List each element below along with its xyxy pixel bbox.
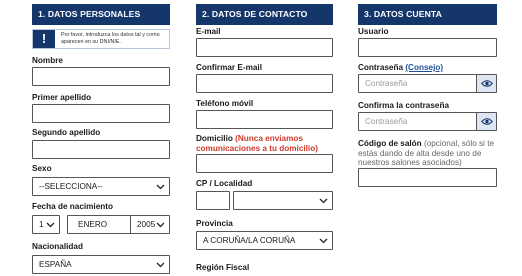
provincia-select[interactable]: A CORUÑA/LA CORUÑA (196, 231, 333, 250)
personal-data-section: 1. DATOS PERSONALES ! Por favor, introdu… (32, 0, 170, 274)
sexo-label: Sexo (32, 164, 52, 173)
salon-label-text: Código de salón (358, 139, 422, 148)
chevron-down-icon (319, 238, 328, 244)
domicilio-label: Domicilio (Nunca enviamos comunicaciones… (196, 134, 333, 153)
apellido2-input[interactable] (32, 140, 170, 159)
apellido1-input[interactable] (32, 104, 170, 123)
confirm-password-input[interactable]: Contraseña (358, 112, 497, 131)
chevron-down-icon (156, 262, 165, 268)
telefono-label: Teléfono móvil (196, 99, 254, 108)
cp-label: CP / Localidad (196, 179, 253, 188)
day-value: 1 (39, 220, 44, 229)
section-header-contact: 2. DATOS DE CONTACTO (196, 4, 333, 25)
nombre-label: Nombre (32, 56, 63, 65)
nacionalidad-select[interactable]: ESPAÑA (32, 255, 170, 274)
localidad-select[interactable] (233, 191, 333, 210)
day-select[interactable]: 1 (32, 215, 60, 234)
cp-input[interactable] (196, 191, 230, 210)
section-header-personal: 1. DATOS PERSONALES (32, 4, 170, 25)
apellido2-label: Segundo apellido (32, 128, 101, 137)
confirm-email-label: Confirmar E-mail (196, 63, 262, 72)
password-label-text: Contraseña (358, 63, 404, 72)
section-header-account: 3. DATOS CUENTA (358, 4, 497, 25)
contact-data-section: 2. DATOS DE CONTACTO E-mail Confirmar E-… (196, 0, 333, 272)
year-value: 2005 (137, 220, 156, 229)
sexo-value: --SELECCIONA-- (39, 182, 103, 191)
nacionalidad-value: ESPAÑA (39, 260, 72, 269)
show-password-button[interactable] (476, 75, 496, 92)
dni-notice: ! Por favor, introduzca los datos tal y … (32, 29, 170, 49)
confirm-password-placeholder: Contraseña (365, 117, 408, 126)
salon-label: Código de salón (opcional, sólo si te es… (358, 139, 497, 168)
confirm-password-label: Confirma la contraseña (358, 101, 449, 110)
eye-icon (481, 118, 493, 125)
chevron-down-icon (46, 222, 55, 228)
chevron-down-icon (319, 198, 328, 204)
confirm-email-input[interactable] (196, 74, 333, 93)
exclamation-icon: ! (33, 30, 55, 48)
consejo-link[interactable]: (Consejo) (405, 63, 443, 72)
apellido1-label: Primer apellido (32, 93, 92, 102)
account-data-section: 3. DATOS CUENTA Usuario Contraseña (Cons… (358, 0, 497, 187)
eye-icon (481, 80, 493, 87)
provincia-label: Provincia (196, 219, 233, 228)
chevron-down-icon (156, 184, 165, 190)
password-label: Contraseña (Consejo) (358, 63, 443, 72)
email-label: E-mail (196, 27, 221, 36)
domicilio-label-text: Domicilio (196, 134, 233, 143)
region-fiscal-label: Región Fiscal (196, 263, 250, 272)
notice-text: Por favor, introduzca los datos tal y co… (61, 32, 160, 45)
show-confirm-password-button[interactable] (476, 113, 496, 130)
nombre-input[interactable] (32, 67, 170, 86)
month-value: ENERO (78, 220, 108, 229)
password-placeholder: Contraseña (365, 79, 408, 88)
nacionalidad-label: Nacionalidad (32, 242, 83, 251)
password-input[interactable]: Contraseña (358, 74, 497, 93)
salon-input[interactable] (358, 168, 497, 187)
email-input[interactable] (196, 38, 333, 57)
chevron-down-icon (156, 222, 165, 228)
telefono-input[interactable] (196, 110, 333, 129)
usuario-label: Usuario (358, 27, 389, 36)
provincia-value: A CORUÑA/LA CORUÑA (203, 236, 296, 245)
fecha-label: Fecha de nacimiento (32, 202, 113, 211)
usuario-input[interactable] (358, 38, 497, 57)
sexo-select[interactable]: --SELECCIONA-- (32, 177, 170, 196)
year-select[interactable]: 2005 (130, 215, 170, 234)
domicilio-input[interactable] (196, 154, 333, 173)
